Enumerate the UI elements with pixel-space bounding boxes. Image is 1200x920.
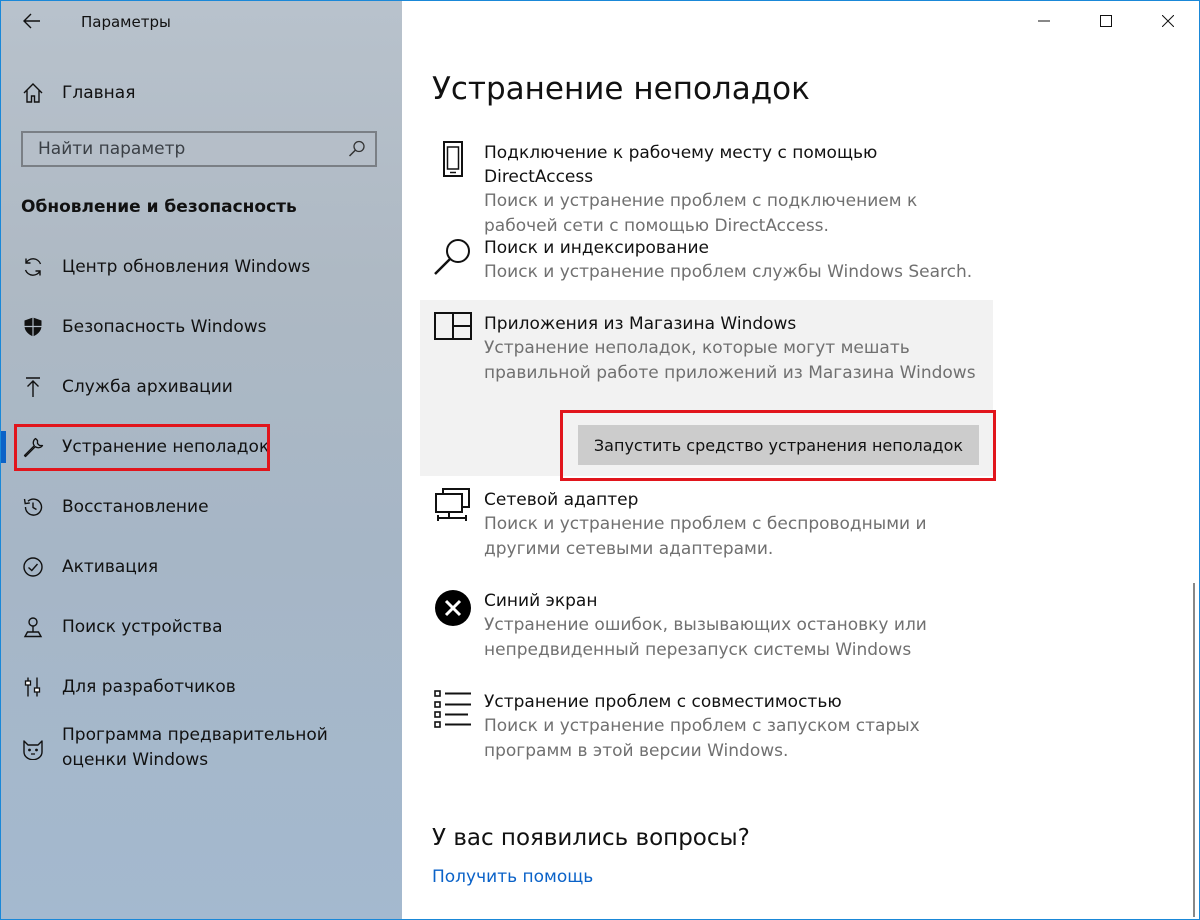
sidebar-item-label: Поиск устройства <box>62 617 223 637</box>
sidebar-item-label: Активация <box>62 557 159 577</box>
troubleshooter-title: Подключение к рабочему месту с помощью D… <box>484 143 878 187</box>
sidebar-item-label: Восстановление <box>62 497 209 517</box>
search-icon[interactable] <box>347 139 367 159</box>
phone-device-icon <box>432 141 474 183</box>
settings-window: Параметры Главная Обновление и безопасно… <box>0 0 1200 920</box>
scrollbar[interactable] <box>1193 583 1195 917</box>
troubleshooter-description: Поиск и устранение проблем с запуском ст… <box>484 716 920 761</box>
network-adapter-icon <box>432 488 474 530</box>
sidebar: Параметры Главная Обновление и безопасно… <box>1 1 402 919</box>
troubleshooter-title: Приложения из Магазина Windows <box>484 314 797 334</box>
troubleshooter-description: Устранение ошибок, вызывающих остановку … <box>484 615 927 660</box>
sidebar-item-label: Для разработчиков <box>62 677 236 697</box>
insider-cat-icon <box>21 737 45 761</box>
troubleshooter-directaccess[interactable]: Подключение к рабочему месту с помощью D… <box>420 129 993 236</box>
sidebar-item-label: Главная <box>62 83 136 103</box>
wrench-icon <box>21 435 45 459</box>
sidebar-item-home[interactable]: Главная <box>1 73 402 113</box>
error-x-circle-icon <box>432 589 474 631</box>
minimize-icon <box>1038 20 1050 22</box>
troubleshooter-blue-screen[interactable]: Синий экран Устранение ошибок, вызывающи… <box>420 577 993 678</box>
home-icon <box>21 81 45 105</box>
close-icon <box>1162 15 1174 27</box>
search-input[interactable] <box>23 133 348 165</box>
troubleshooter-title: Устранение проблем с совместимостью <box>484 692 842 712</box>
refresh-icon <box>21 255 45 279</box>
back-arrow-icon <box>23 13 40 29</box>
sidebar-item-windows-update[interactable]: Центр обновления Windows <box>1 237 402 297</box>
title-bar: Параметры <box>1 1 402 41</box>
minimize-button[interactable] <box>1013 1 1075 41</box>
sidebar-nav: Центр обновления Windows Безопасность Wi… <box>1 237 402 781</box>
page-title: Устранение неполадок <box>432 71 810 107</box>
troubleshooter-description: Поиск и устранение проблем с беспроводны… <box>484 514 927 559</box>
troubleshooter-compatibility[interactable]: Устранение проблем с совместимостью Поис… <box>420 678 993 779</box>
sidebar-item-find-device[interactable]: Поиск устройства <box>1 597 402 657</box>
sidebar-item-label: Безопасность Windows <box>62 317 267 337</box>
sidebar-item-label: Программа предварительной оценки Windows <box>62 725 328 770</box>
sidebar-item-label: Центр обновления Windows <box>62 257 311 277</box>
store-apps-icon <box>432 312 474 354</box>
sidebar-item-label: Служба архивации <box>62 377 233 397</box>
troubleshooter-store-apps[interactable]: Приложения из Магазина Windows Устранени… <box>420 300 996 481</box>
questions-heading: У вас появились вопросы? <box>432 825 750 851</box>
troubleshooter-list: Подключение к рабочему месту с помощью D… <box>420 129 996 779</box>
troubleshooter-search-indexing[interactable]: Поиск и индексирование Поиск и устранени… <box>420 224 993 300</box>
developer-sliders-icon <box>21 675 45 699</box>
check-circle-icon <box>21 555 45 579</box>
sidebar-item-label: Устранение неполадок <box>62 437 270 457</box>
app-title: Параметры <box>81 13 171 31</box>
troubleshooter-description: Поиск и устранение проблем службы Window… <box>484 262 973 282</box>
history-icon <box>21 495 45 519</box>
sidebar-item-windows-security[interactable]: Безопасность Windows <box>1 297 402 357</box>
main-content: Устранение неполадок Подключение к рабоч… <box>402 1 1199 919</box>
window-controls <box>1013 1 1199 41</box>
get-help-link[interactable]: Получить помощь <box>432 867 593 887</box>
sidebar-item-troubleshoot[interactable]: Устранение неполадок <box>1 417 402 477</box>
search-box[interactable] <box>21 131 377 167</box>
checklist-icon <box>432 690 474 732</box>
sidebar-item-insider[interactable]: Программа предварительной оценки Windows <box>1 717 402 781</box>
shield-icon <box>21 315 45 339</box>
sidebar-item-activation[interactable]: Активация <box>1 537 402 597</box>
maximize-button[interactable] <box>1075 1 1137 41</box>
magnifier-icon <box>432 236 474 278</box>
section-heading: Обновление и безопасность <box>21 197 297 217</box>
upload-arrow-icon <box>21 375 45 399</box>
sidebar-item-developers[interactable]: Для разработчиков <box>1 657 402 717</box>
run-troubleshooter-button[interactable]: Запустить средство устранения неполадок <box>578 425 979 465</box>
sidebar-item-backup[interactable]: Служба архивации <box>1 357 402 417</box>
back-button[interactable] <box>14 7 50 35</box>
troubleshooter-description: Устранение неполадок, которые могут меша… <box>484 338 976 383</box>
troubleshooter-title: Сетевой адаптер <box>484 490 639 510</box>
troubleshooter-title: Поиск и индексирование <box>484 238 709 258</box>
troubleshooter-network-adapter[interactable]: Сетевой адаптер Поиск и устранение пробл… <box>420 476 993 577</box>
troubleshooter-title: Синий экран <box>484 591 598 611</box>
active-indicator <box>1 431 6 463</box>
maximize-icon <box>1100 15 1112 27</box>
person-pin-icon <box>21 615 45 639</box>
close-button[interactable] <box>1137 1 1199 41</box>
sidebar-item-recovery[interactable]: Восстановление <box>1 477 402 537</box>
